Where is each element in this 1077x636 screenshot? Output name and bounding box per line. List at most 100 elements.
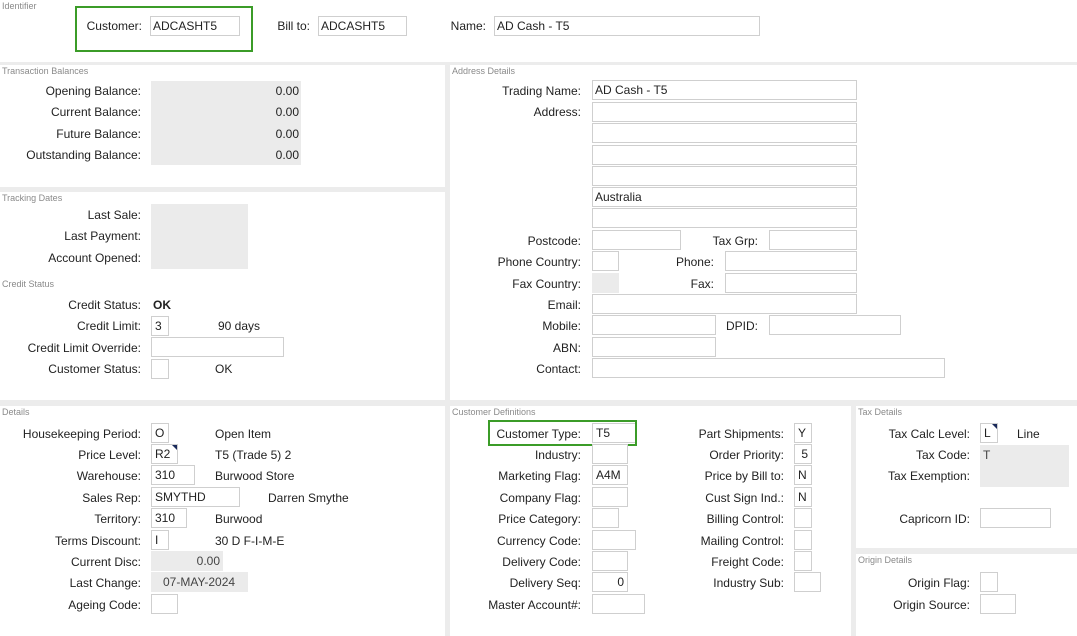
customer-type-highlight bbox=[488, 420, 637, 446]
phone-country-input[interactable] bbox=[592, 251, 619, 271]
price-by-bill-to-input[interactable]: N bbox=[794, 465, 812, 485]
price-level-lookup-icon[interactable] bbox=[172, 445, 177, 450]
postcode-label: Postcode: bbox=[527, 234, 581, 248]
ageing-code-label: Ageing Code: bbox=[68, 598, 141, 612]
origin-flag-input[interactable] bbox=[980, 572, 998, 592]
credit-limit-input[interactable]: 3 bbox=[151, 316, 169, 336]
company-flag-label: Company Flag: bbox=[499, 491, 581, 505]
industry-input[interactable] bbox=[592, 444, 628, 464]
price-category-input[interactable] bbox=[592, 508, 619, 528]
credit-status-title: Credit Status bbox=[2, 279, 55, 289]
tax-code-label: Tax Code: bbox=[915, 448, 970, 462]
opening-balance-value: 0.00 bbox=[275, 84, 299, 98]
bill-to-input[interactable]: ADCASHT5 bbox=[318, 16, 407, 36]
current-disc-label: Current Disc: bbox=[70, 555, 141, 569]
warehouse-input[interactable]: 310 bbox=[151, 465, 195, 485]
ageing-code-input[interactable] bbox=[151, 594, 178, 614]
mailing-control-label: Mailing Control: bbox=[700, 534, 784, 548]
address-details-panel: Address Details Trading Name: AD Cash - … bbox=[450, 65, 1077, 400]
delivery-code-input[interactable] bbox=[592, 551, 628, 571]
origin-flag-label: Origin Flag: bbox=[907, 576, 970, 590]
price-by-bill-to-label: Price by Bill to: bbox=[704, 469, 784, 483]
name-label: Name: bbox=[450, 19, 486, 33]
freight-code-label: Freight Code: bbox=[711, 555, 784, 569]
credit-status-value: OK bbox=[153, 298, 171, 312]
price-level-label: Price Level: bbox=[78, 448, 141, 462]
tax-details-panel: Tax Details Tax Calc Level: L Line Tax C… bbox=[856, 406, 1077, 548]
cust-sign-ind-input[interactable]: N bbox=[794, 487, 812, 507]
mobile-input[interactable] bbox=[592, 315, 716, 335]
address-line-2[interactable] bbox=[592, 123, 857, 143]
future-balance-value: 0.00 bbox=[275, 127, 299, 141]
marketing-flag-input[interactable]: A4M bbox=[592, 465, 628, 485]
sales-rep-label: Sales Rep: bbox=[82, 491, 141, 505]
marketing-flag-label: Marketing Flag: bbox=[498, 469, 581, 483]
mobile-label: Mobile: bbox=[542, 319, 581, 333]
billing-control-label: Billing Control: bbox=[706, 512, 784, 526]
housekeeping-period-input[interactable]: O bbox=[151, 423, 169, 443]
mailing-control-input[interactable] bbox=[794, 530, 812, 550]
delivery-seq-input[interactable]: 0 bbox=[592, 572, 628, 592]
origin-source-label: Origin Source: bbox=[893, 598, 970, 612]
tracking-dates-readonly-box bbox=[151, 204, 248, 269]
bill-to-label: Bill to: bbox=[277, 19, 310, 33]
terms-discount-input[interactable]: I bbox=[151, 530, 169, 550]
tracking-dates-title: Tracking Dates bbox=[2, 193, 63, 203]
terms-discount-label: Terms Discount: bbox=[54, 534, 141, 548]
billing-control-input[interactable] bbox=[794, 508, 812, 528]
name-input[interactable]: AD Cash - T5 bbox=[494, 16, 760, 36]
address-line-3[interactable] bbox=[592, 145, 857, 165]
credit-limit-override-input[interactable] bbox=[151, 337, 284, 357]
tax-exemption-label: Tax Exemption: bbox=[887, 469, 970, 483]
currency-code-input[interactable] bbox=[592, 530, 636, 550]
order-priority-input[interactable]: 5 bbox=[794, 444, 812, 464]
origin-source-input[interactable] bbox=[980, 594, 1016, 614]
email-label: Email: bbox=[547, 298, 581, 312]
outstanding-balance-label: Outstanding Balance: bbox=[26, 148, 141, 162]
master-account-input[interactable] bbox=[592, 594, 645, 614]
address-line-1[interactable] bbox=[592, 102, 857, 122]
freight-code-input[interactable] bbox=[794, 551, 812, 571]
last-change-label: Last Change: bbox=[69, 576, 141, 590]
industry-sub-label: Industry Sub: bbox=[713, 576, 784, 590]
territory-input[interactable]: 310 bbox=[151, 508, 187, 528]
customer-highlight bbox=[75, 6, 253, 52]
industry-label: Industry: bbox=[534, 448, 581, 462]
customer-status-input[interactable] bbox=[151, 359, 169, 379]
warehouse-desc: Burwood Store bbox=[215, 469, 295, 483]
trading-name-label: Trading Name: bbox=[502, 84, 581, 98]
capricorn-id-input[interactable] bbox=[980, 508, 1051, 528]
terms-discount-desc: 30 D F-I-M-E bbox=[215, 534, 285, 548]
fax-country-input bbox=[592, 273, 619, 293]
credit-status-label: Credit Status: bbox=[68, 298, 141, 312]
sales-rep-desc: Darren Smythe bbox=[268, 491, 349, 505]
phone-country-label: Phone Country: bbox=[497, 255, 581, 269]
dpid-input[interactable] bbox=[769, 315, 901, 335]
opening-balance-label: Opening Balance: bbox=[45, 84, 141, 98]
company-flag-input[interactable] bbox=[592, 487, 628, 507]
tracking-credit-panel: Tracking Dates Last Sale: Last Payment: … bbox=[0, 192, 445, 400]
contact-input[interactable] bbox=[592, 358, 945, 378]
warehouse-label: Warehouse: bbox=[76, 469, 141, 483]
address-line-6[interactable] bbox=[592, 208, 857, 228]
tax-calc-level-lookup-icon[interactable] bbox=[992, 424, 997, 429]
address-line-4[interactable] bbox=[592, 166, 857, 186]
part-shipments-input[interactable]: Y bbox=[794, 423, 812, 443]
trading-name-input[interactable]: AD Cash - T5 bbox=[592, 80, 857, 100]
capricorn-id-label: Capricorn ID: bbox=[899, 512, 970, 526]
fax-input[interactable] bbox=[725, 273, 857, 293]
email-input[interactable] bbox=[592, 294, 857, 314]
price-category-label: Price Category: bbox=[498, 512, 581, 526]
tax-grp-input[interactable] bbox=[769, 230, 857, 250]
dpid-label: DPID: bbox=[725, 319, 758, 333]
tax-code-readonly-box bbox=[980, 445, 1069, 487]
sales-rep-input[interactable]: SMYTHD bbox=[151, 487, 240, 507]
credit-limit-desc: 90 days bbox=[218, 319, 261, 333]
phone-input[interactable] bbox=[725, 251, 857, 271]
postcode-input[interactable] bbox=[592, 230, 681, 250]
tax-code-value: T bbox=[983, 448, 991, 462]
address-country[interactable]: Australia bbox=[592, 187, 857, 207]
abn-input[interactable] bbox=[592, 337, 716, 357]
currency-code-label: Currency Code: bbox=[496, 534, 581, 548]
industry-sub-input[interactable] bbox=[794, 572, 821, 592]
